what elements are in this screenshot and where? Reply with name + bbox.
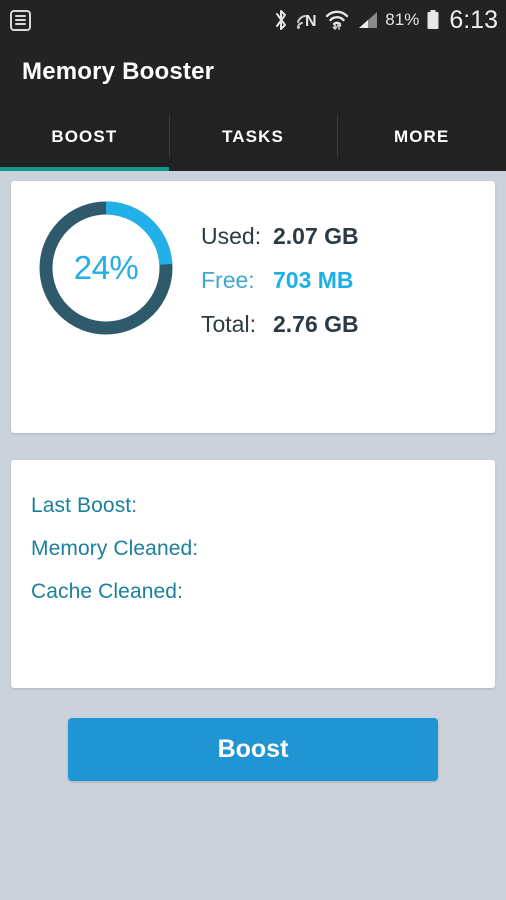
status-bar: N 81% 6:13 — [0, 0, 506, 40]
memory-free-label: Free: — [201, 267, 255, 293]
memory-stats-list: Used: 2.07 GB Free: 703 MB Total: 2.76 G… — [201, 197, 359, 338]
content-area: 24% Used: 2.07 GB Free: 703 MB Total: 2.… — [0, 171, 506, 781]
tab-boost[interactable]: BOOST — [0, 103, 169, 171]
memory-used-value: 2.07 GB — [273, 223, 359, 249]
tab-bar: BOOST TASKS MORE — [0, 103, 506, 171]
memory-used-label: Used: — [201, 223, 262, 249]
bluetooth-icon — [276, 10, 287, 30]
memory-donut-chart: 24% — [37, 199, 175, 337]
memory-row-used: Used: 2.07 GB — [201, 223, 359, 250]
memory-total-value: 2.76 GB — [273, 311, 359, 337]
boost-history-card: Last Boost: Memory Cleaned: Cache Cleane… — [11, 460, 495, 688]
tab-boost-label: BOOST — [51, 127, 118, 146]
memory-donut-wrap: 24% — [11, 197, 201, 337]
active-tab-indicator — [0, 167, 169, 171]
nfc-icon: N — [297, 13, 317, 30]
memory-row-free: Free: 703 MB — [201, 267, 359, 294]
memory-total-label: Total: — [201, 311, 256, 337]
tab-tasks-label: TASKS — [222, 127, 284, 146]
memory-usage-card: 24% Used: 2.07 GB Free: 703 MB Total: 2.… — [11, 181, 495, 433]
status-bar-right: N 81% 6:13 — [273, 5, 498, 34]
cache-cleaned-label: Cache Cleaned: — [31, 580, 183, 603]
last-boost-label: Last Boost: — [31, 494, 138, 517]
memory-row-total: Total: 2.76 GB — [201, 311, 359, 338]
app-title: Memory Booster — [22, 57, 215, 85]
status-bar-clock: 6:13 — [449, 5, 498, 34]
svg-text:N: N — [305, 13, 317, 30]
tab-more-label: MORE — [393, 127, 450, 146]
boost-button[interactable]: Boost — [68, 718, 438, 781]
app-bar: Memory Booster — [0, 40, 506, 103]
cellular-signal-icon — [359, 12, 378, 28]
battery-icon — [427, 10, 439, 29]
battery-percent-label: 81% — [385, 10, 420, 29]
wifi-icon — [326, 10, 349, 30]
memory-free-value: 703 MB — [273, 267, 354, 293]
list-notification-icon — [10, 9, 31, 31]
tab-more[interactable]: MORE — [337, 103, 506, 171]
status-bar-left — [10, 9, 31, 31]
tab-tasks[interactable]: TASKS — [168, 103, 338, 171]
memory-percent-label: 24% — [73, 249, 139, 286]
boost-button-wrap: Boost — [11, 688, 495, 781]
memory-cleaned-label: Memory Cleaned: — [31, 537, 199, 560]
